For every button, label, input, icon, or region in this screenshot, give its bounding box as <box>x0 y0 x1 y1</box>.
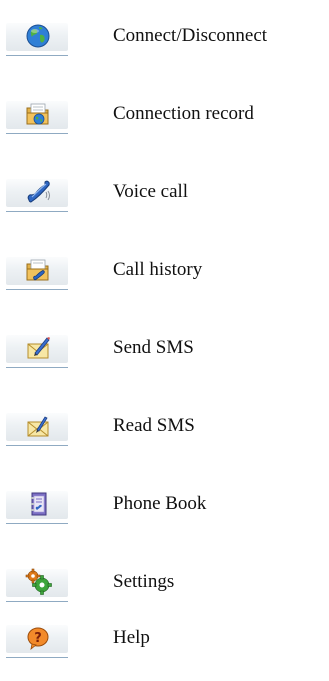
svg-text:?: ? <box>34 631 42 646</box>
address-book-icon <box>6 489 68 524</box>
main-menu: Connect/Disconnect Connection record Voi… <box>0 0 329 681</box>
menu-item-phone-book[interactable]: Phone Book <box>0 486 329 546</box>
menu-item-settings[interactable]: Settings <box>0 564 329 624</box>
menu-item-label: Voice call <box>113 181 189 202</box>
folder-phone-icon <box>6 255 68 290</box>
menu-item-connect-disconnect[interactable]: Connect/Disconnect <box>0 18 329 78</box>
envelope-read-icon <box>6 411 68 446</box>
menu-item-voice-call[interactable]: Voice call <box>0 174 329 234</box>
menu-item-label: Connection record <box>113 103 254 124</box>
menu-item-help[interactable]: ? Help <box>0 620 329 680</box>
menu-item-call-history[interactable]: Call history <box>0 252 329 312</box>
menu-item-label: Call history <box>113 259 203 280</box>
globe-icon <box>6 21 68 56</box>
menu-item-label: Help <box>113 627 150 648</box>
menu-item-label: Settings <box>113 571 175 592</box>
envelope-pen-icon <box>6 333 68 368</box>
menu-item-read-sms[interactable]: Read SMS <box>0 408 329 468</box>
menu-item-connection-record[interactable]: Connection record <box>0 96 329 156</box>
menu-item-label: Phone Book <box>113 493 207 514</box>
gears-icon <box>6 567 68 602</box>
menu-item-label: Read SMS <box>113 415 195 436</box>
folder-globe-icon <box>6 99 68 134</box>
menu-item-label: Connect/Disconnect <box>113 25 268 46</box>
help-icon: ? <box>6 623 68 658</box>
menu-item-send-sms[interactable]: Send SMS <box>0 330 329 390</box>
menu-item-label: Send SMS <box>113 337 194 358</box>
phone-handset-icon <box>6 177 68 212</box>
